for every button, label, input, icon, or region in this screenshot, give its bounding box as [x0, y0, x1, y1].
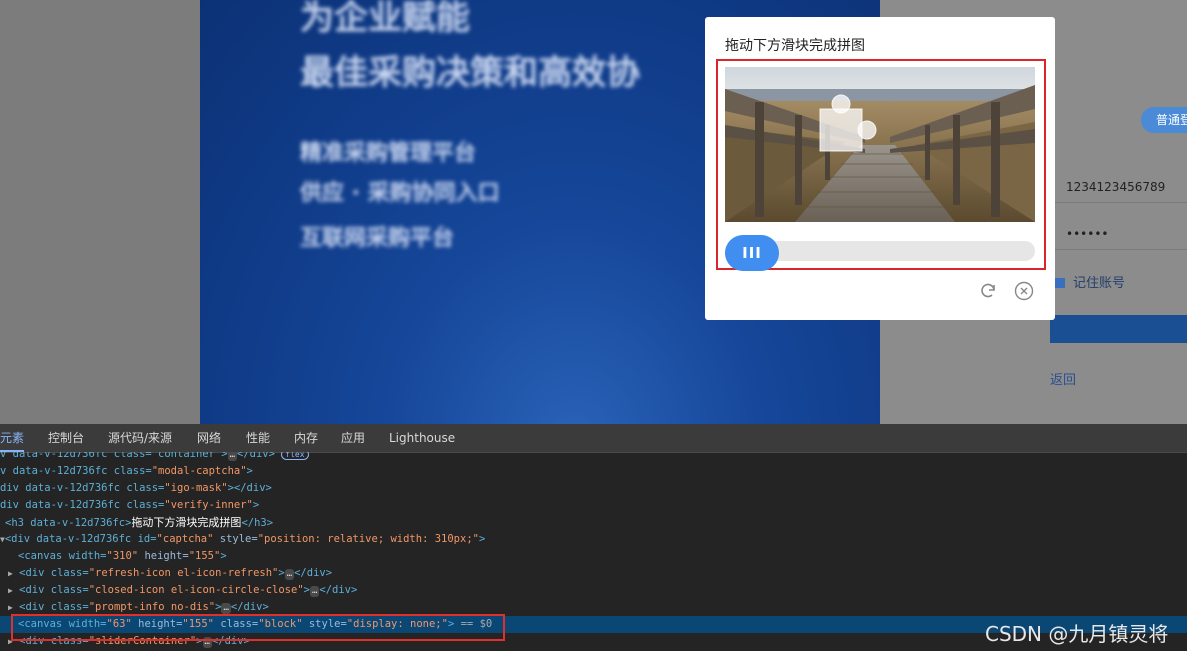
- login-button[interactable]: [1050, 315, 1187, 343]
- tab-lighthouse[interactable]: Lighthouse: [389, 424, 455, 452]
- tag-text: >: [220, 550, 227, 562]
- attr-value: "verify-inner": [164, 499, 253, 511]
- dom-line[interactable]: <canvas width="310" height="155">: [0, 548, 1187, 565]
- attr-value: "closed-icon el-icon-circle-close": [88, 584, 304, 596]
- attr-value: "captcha": [156, 533, 214, 545]
- tag-text: <div data-v-12d736fc id=: [4, 533, 157, 545]
- login-type-tab[interactable]: 普通登: [1141, 107, 1187, 133]
- tag-text: </div>: [230, 601, 269, 613]
- tag-text: <div class=: [19, 584, 89, 596]
- attr-value: "155": [188, 550, 221, 562]
- puzzle-image: [725, 67, 1035, 222]
- tab-network[interactable]: 网络: [197, 424, 221, 452]
- expand-triangle-icon[interactable]: ▶: [8, 586, 13, 595]
- captcha-title: 拖动下方滑块完成拼图: [725, 38, 865, 54]
- flex-badge[interactable]: flex: [281, 452, 309, 460]
- expand-triangle-icon[interactable]: ▶: [8, 603, 13, 612]
- attr-value: "position: relative; width: 310px;": [257, 533, 479, 545]
- tag-text: <canvas width=: [18, 550, 107, 562]
- tab-application[interactable]: 应用: [341, 424, 365, 452]
- attr-value: "refresh-icon el-icon-refresh": [88, 567, 279, 579]
- attr-value: "prompt-info no-dis": [88, 601, 216, 613]
- devtools-tab-bar: 元素 控制台 源代码/来源 网络 性能 内存 应用 Lighthouse: [0, 424, 1187, 453]
- refresh-icon[interactable]: [978, 281, 998, 301]
- close-circle-icon[interactable]: [1014, 281, 1034, 301]
- attr-name: style=: [213, 533, 258, 545]
- tag-text: div data-v-12d736fc class=: [0, 482, 165, 494]
- password-input[interactable]: ••••••: [1050, 218, 1187, 250]
- tag-text: ></div>: [227, 482, 272, 494]
- captcha-modal: 拖动下方滑块完成拼图 III: [705, 17, 1055, 320]
- attr-value: "modal-captcha": [151, 465, 247, 477]
- expand-triangle-icon[interactable]: ▶: [8, 569, 13, 578]
- attr-name: height=: [138, 550, 189, 562]
- tag-text: </h3>: [241, 517, 274, 529]
- slider-handle[interactable]: III: [725, 235, 779, 271]
- checkbox-icon[interactable]: [1055, 278, 1065, 288]
- collapsed-content[interactable]: …: [221, 603, 231, 614]
- tab-sources[interactable]: 源代码/来源: [108, 424, 172, 452]
- dom-line[interactable]: v data-v-12d736fc class="container">… </d…: [0, 452, 1187, 463]
- dom-line[interactable]: div data-v-12d736fc class="igo-mask"></d…: [0, 480, 1187, 497]
- tag-text: v data-v-12d736fc class="container">: [0, 452, 228, 460]
- dom-line[interactable]: v data-v-12d736fc class="modal-captcha">: [0, 463, 1187, 480]
- tag-text: </div>: [294, 567, 333, 579]
- tag-text: </div>: [319, 584, 358, 596]
- tab-performance[interactable]: 性能: [246, 424, 270, 452]
- banner-text-2: 供应 · 采购协同入口: [300, 181, 500, 206]
- tag-text: div data-v-12d736fc class=: [0, 499, 165, 511]
- banner-heading-2: 最佳采购决策和高效协: [300, 53, 640, 93]
- dom-line[interactable]: <h3 data-v-12d736fc>拖动下方滑块完成拼图</h3>: [0, 514, 1187, 531]
- tag-text: >: [478, 533, 486, 545]
- annotation-highlight-box: [11, 614, 505, 641]
- tab-elements[interactable]: 元素: [0, 424, 25, 452]
- dom-line[interactable]: ▶ <div class="closed-icon el-icon-circle…: [0, 582, 1187, 599]
- tag-text: >: [252, 499, 260, 511]
- text-node: 拖动下方滑块完成拼图: [131, 516, 242, 529]
- tag-text: <div class=: [19, 567, 89, 579]
- watermark: CSDN @九月镇灵将: [985, 622, 1169, 646]
- collapsed-content[interactable]: …: [284, 569, 295, 580]
- tag-text: >: [278, 567, 285, 579]
- attr-value: "310": [106, 550, 139, 562]
- tag-text: v data-v-12d736fc class=: [0, 465, 152, 477]
- tag-text: </div>: [237, 452, 275, 460]
- tab-memory[interactable]: 内存: [294, 424, 318, 452]
- tag-text: <div class=: [19, 601, 89, 613]
- collapsed-content[interactable]: …: [309, 586, 320, 597]
- attr-value: "igo-mask": [164, 482, 228, 494]
- tag-text: <h3 data-v-12d736fc>: [5, 517, 132, 529]
- page-left-margin: [0, 0, 200, 424]
- account-input[interactable]: 1234123456789: [1050, 171, 1187, 203]
- dom-line[interactable]: ▶ <div class="refresh-icon el-icon-refre…: [0, 565, 1187, 582]
- collapsed-content[interactable]: …: [227, 452, 237, 461]
- tag-text: >: [246, 465, 253, 477]
- dom-line[interactable]: ▼<div data-v-12d736fc id="captcha" style…: [0, 531, 1187, 548]
- tab-console[interactable]: 控制台: [48, 424, 84, 452]
- banner-text-1: 精准采购管理平台: [300, 141, 477, 166]
- back-link[interactable]: 返回: [1050, 369, 1076, 388]
- dom-line[interactable]: div data-v-12d736fc class="verify-inner"…: [0, 497, 1187, 514]
- remember-label: 记住账号: [1073, 276, 1126, 291]
- banner-heading-1: 为企业赋能: [300, 0, 470, 38]
- remember-account-checkbox[interactable]: 记住账号: [1055, 272, 1125, 291]
- banner-text-3: 互联网采购平台: [300, 226, 455, 251]
